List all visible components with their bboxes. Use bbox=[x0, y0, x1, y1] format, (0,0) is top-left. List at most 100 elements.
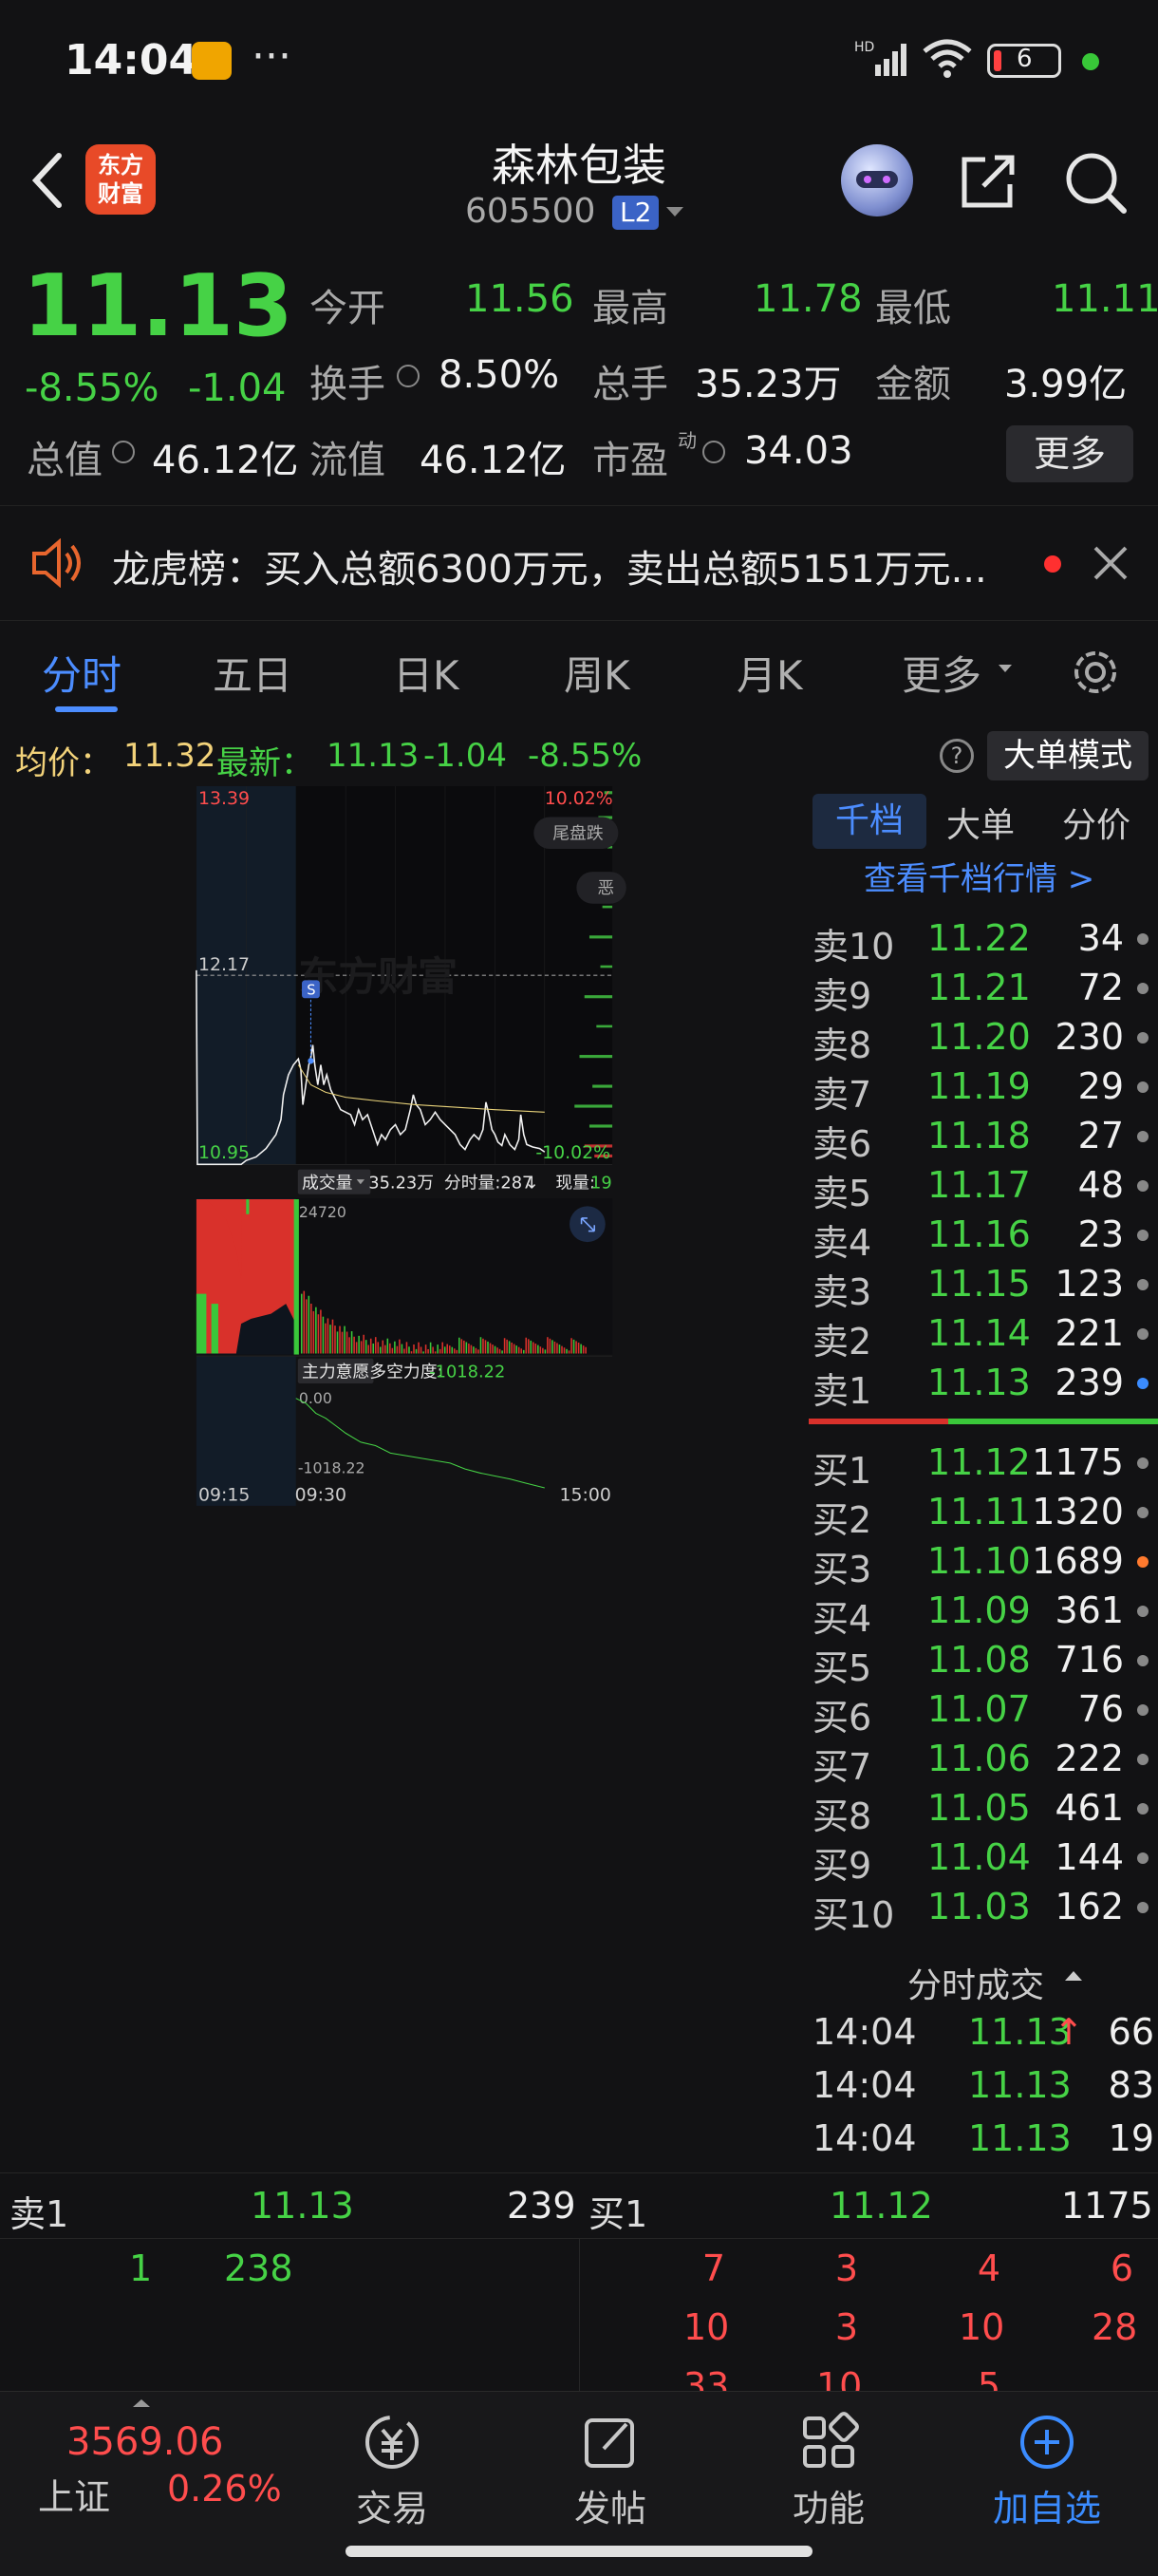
info-circle-icon[interactable] bbox=[702, 441, 725, 463]
trade-row: 14:04 11.13 ↑ 66 bbox=[809, 2011, 1158, 2060]
volume-bar bbox=[530, 1340, 532, 1354]
bid-row[interactable]: 买4 11.09 361 bbox=[809, 1589, 1158, 1640]
volume-bar bbox=[415, 1348, 418, 1354]
tab-intraday[interactable]: 分时 bbox=[42, 644, 121, 702]
volume-bar bbox=[312, 1310, 315, 1354]
robot-assistant-icon[interactable] bbox=[841, 144, 913, 216]
bid-volume: 1175 bbox=[1032, 1441, 1124, 1483]
settings-gear-icon[interactable] bbox=[1065, 642, 1126, 703]
watermark: 东方财富 bbox=[298, 953, 458, 1000]
queue-bid-item: 6 bbox=[1110, 2247, 1133, 2289]
big-order-mode-button[interactable]: 大单模式 bbox=[987, 731, 1149, 780]
bid-row[interactable]: 买7 11.06 222 bbox=[809, 1738, 1158, 1788]
volume-bar bbox=[396, 1345, 399, 1354]
volume-bar bbox=[403, 1348, 405, 1354]
search-icon[interactable] bbox=[1061, 148, 1130, 216]
ask-label: 卖1 bbox=[812, 1370, 872, 1412]
tab-weekly-k[interactable]: 周K bbox=[564, 644, 630, 702]
volume-bar bbox=[334, 1326, 336, 1354]
chevron-up-icon[interactable] bbox=[131, 2397, 152, 2409]
trade-row: 14:04 11.13 19 bbox=[809, 2117, 1158, 2167]
bid-row[interactable]: 买1 11.12 1175 bbox=[809, 1441, 1158, 1492]
tab-thousand-level[interactable]: 千档 bbox=[812, 794, 926, 849]
bid-row[interactable]: 买8 11.05 461 bbox=[809, 1787, 1158, 1837]
more-button[interactable]: 更多 bbox=[1006, 425, 1133, 482]
amount-label: 金额 bbox=[875, 363, 951, 406]
tab-big-order[interactable]: 大单 bbox=[946, 798, 1015, 847]
chevron-down-icon[interactable] bbox=[997, 663, 1014, 676]
ask-volume: 221 bbox=[1055, 1312, 1124, 1354]
nav-add-watchlist[interactable]: 加自选 bbox=[938, 2392, 1156, 2534]
volume-bar bbox=[558, 1344, 561, 1354]
tail-drop-label: 尾盘跌 bbox=[552, 824, 604, 844]
add-circle-icon bbox=[1020, 2416, 1074, 2469]
nav-post[interactable]: 发帖 bbox=[501, 2392, 719, 2534]
ask-row[interactable]: 卖10 11.22 34 bbox=[809, 917, 1158, 968]
post-edit-icon bbox=[585, 2418, 634, 2468]
volume-bar bbox=[551, 1340, 553, 1354]
volume-bar bbox=[479, 1337, 482, 1354]
bid-row[interactable]: 买6 11.07 76 bbox=[809, 1688, 1158, 1739]
ask-row[interactable]: 卖4 11.16 23 bbox=[809, 1213, 1158, 1264]
help-icon[interactable]: ? bbox=[940, 739, 974, 773]
nav-trade[interactable]: 交易 bbox=[283, 2392, 501, 2534]
bid-label: 买2 bbox=[812, 1499, 872, 1541]
spread-divider bbox=[809, 1419, 1158, 1424]
volume-bar bbox=[527, 1339, 530, 1354]
latest-label: 最新： bbox=[216, 744, 313, 782]
bid-row[interactable]: 买5 11.08 716 bbox=[809, 1639, 1158, 1689]
queue-bid-item: 3 bbox=[834, 2247, 858, 2289]
info-circle-icon[interactable] bbox=[397, 365, 420, 387]
dragon-tiger-notice[interactable]: 龙虎榜：买入总额6300万元，卖出总额5151万元... bbox=[0, 505, 1158, 621]
volume-bar bbox=[494, 1345, 496, 1354]
ask-volume: 72 bbox=[1077, 967, 1124, 1008]
trade-icon bbox=[365, 2416, 419, 2469]
share-icon[interactable] bbox=[957, 150, 1019, 213]
ask-row[interactable]: 卖2 11.14 221 bbox=[809, 1312, 1158, 1363]
bid-row[interactable]: 买9 11.04 144 bbox=[809, 1836, 1158, 1887]
bid-row[interactable]: 买10 11.03 162 bbox=[809, 1886, 1158, 1936]
volume-bar bbox=[489, 1343, 492, 1354]
info-circle-icon[interactable] bbox=[112, 441, 135, 463]
bid-row[interactable]: 买3 11.10 1689 bbox=[809, 1540, 1158, 1590]
tab-daily-k[interactable]: 日K bbox=[393, 644, 459, 702]
view-levels-link[interactable]: 查看千档行情 > bbox=[864, 853, 1094, 899]
ask-row[interactable]: 卖1 11.13 239 bbox=[809, 1362, 1158, 1412]
ask-row[interactable]: 卖7 11.19 29 bbox=[809, 1065, 1158, 1116]
volume-bar bbox=[355, 1342, 358, 1354]
ask-volume: 239 bbox=[1055, 1362, 1124, 1403]
volume-bar bbox=[325, 1323, 327, 1354]
wifi-icon bbox=[923, 39, 972, 78]
ask-row[interactable]: 卖8 11.20 230 bbox=[809, 1016, 1158, 1066]
ask-row[interactable]: 卖6 11.18 27 bbox=[809, 1115, 1158, 1165]
volume-bar bbox=[570, 1338, 572, 1354]
tab-five-day[interactable]: 五日 bbox=[213, 644, 292, 702]
bid-price: 11.11 bbox=[927, 1491, 1031, 1532]
volume-bar bbox=[358, 1335, 360, 1354]
tab-price-split[interactable]: 分价 bbox=[1062, 798, 1130, 847]
l2-badge[interactable]: L2 bbox=[612, 196, 660, 230]
queue-bid-item: 4 bbox=[977, 2247, 1000, 2289]
close-icon[interactable] bbox=[1092, 544, 1130, 582]
chevron-down-icon[interactable] bbox=[664, 205, 685, 220]
ask-row[interactable]: 卖9 11.21 72 bbox=[809, 967, 1158, 1017]
ask-label: 卖4 bbox=[812, 1222, 872, 1264]
index-value[interactable]: 3569.06 bbox=[66, 2420, 223, 2464]
trades-title[interactable]: 分时成交 bbox=[907, 1958, 1044, 2007]
ask-price: 11.15 bbox=[927, 1263, 1031, 1305]
bid-volume: 144 bbox=[1055, 1836, 1124, 1878]
intraday-chart[interactable]: 东方财富 S 13.39 12.17 10.95 10.02% -10.02% … bbox=[8, 786, 801, 1508]
volume-bar bbox=[492, 1344, 494, 1354]
volume-bar bbox=[346, 1331, 348, 1354]
chevron-up-icon[interactable] bbox=[1063, 1969, 1084, 1983]
tab-more[interactable]: 更多 bbox=[902, 644, 981, 702]
volume-bar bbox=[422, 1351, 424, 1354]
volume-bar bbox=[344, 1326, 346, 1354]
ask-row[interactable]: 卖3 11.15 123 bbox=[809, 1263, 1158, 1313]
bid-row[interactable]: 买2 11.11 1320 bbox=[809, 1491, 1158, 1541]
indicator-selector-label: 主力意愿 bbox=[302, 1363, 369, 1382]
ask-row[interactable]: 卖5 11.17 48 bbox=[809, 1164, 1158, 1214]
nav-features[interactable]: 功能 bbox=[719, 2392, 938, 2534]
volume-bar bbox=[310, 1303, 312, 1354]
tab-monthly-k[interactable]: 月K bbox=[737, 644, 803, 702]
